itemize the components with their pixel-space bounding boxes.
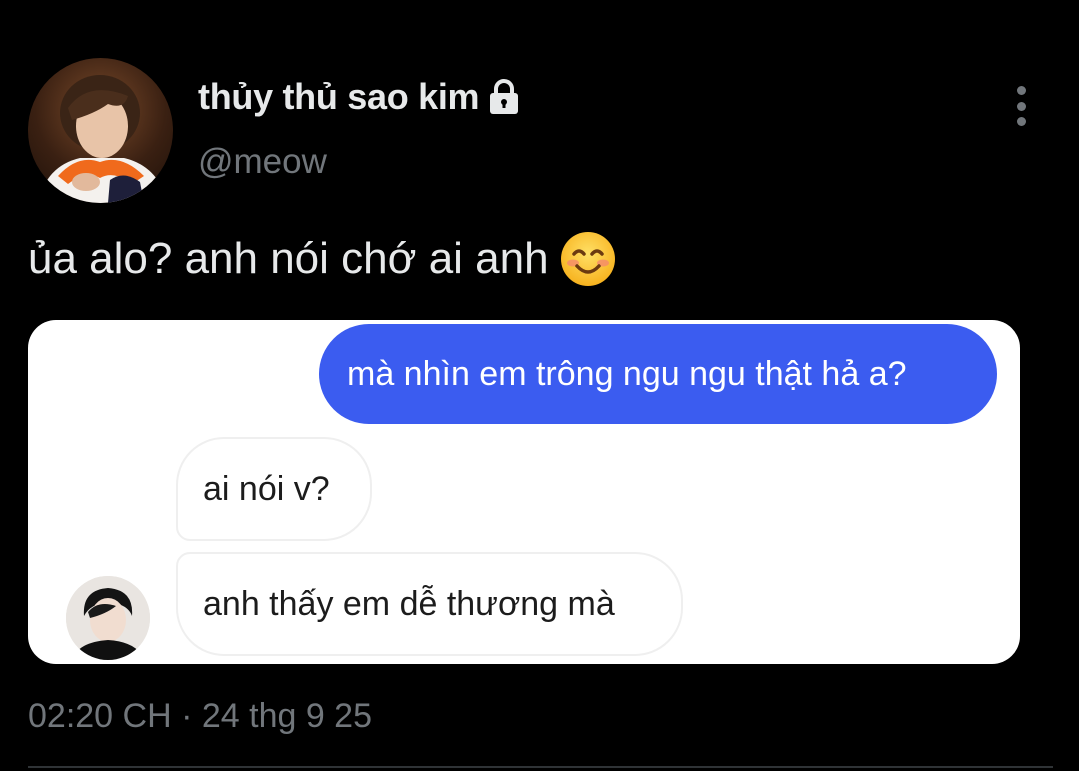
more-dot	[1016, 101, 1026, 111]
smiling-face-emoji-icon	[559, 230, 617, 288]
divider	[28, 766, 1053, 768]
author-avatar[interactable]	[28, 58, 173, 203]
contact-photo-icon	[66, 576, 150, 660]
display-name-text: thủy thủ sao kim	[198, 76, 480, 117]
received-message-bubble: ai nói v?	[176, 437, 372, 541]
received-message-text: anh thấy em dễ thương mà	[203, 584, 615, 623]
more-dot	[1016, 117, 1026, 126]
more-dot	[1016, 86, 1026, 95]
sent-message-bubble: mà nhìn em trông ngu ngu thật hả a?	[319, 324, 997, 424]
lock-icon	[487, 78, 521, 116]
received-message-text: ai nói v?	[203, 469, 330, 508]
profile-photo-icon	[38, 75, 168, 203]
contact-avatar	[66, 576, 150, 660]
author-handle[interactable]: @meow	[198, 142, 327, 182]
more-options-icon[interactable]	[1008, 86, 1034, 126]
sent-message-text: mà nhìn em trông ngu ngu thật hả a?	[347, 354, 907, 393]
author-display-name[interactable]: thủy thủ sao kim	[198, 76, 521, 118]
tweet-timestamp[interactable]: 02:20 CH · 24 thg 9 25	[28, 697, 372, 736]
received-message-bubble: anh thấy em dễ thương mà	[176, 552, 683, 656]
tweet-media-image[interactable]: mà nhìn em trông ngu ngu thật hả a? ai n…	[28, 320, 1020, 664]
tweet-text-content: ủa alo? anh nói chớ ai anh	[28, 234, 549, 283]
tweet-text: ủa alo? anh nói chớ ai anh	[28, 230, 617, 288]
